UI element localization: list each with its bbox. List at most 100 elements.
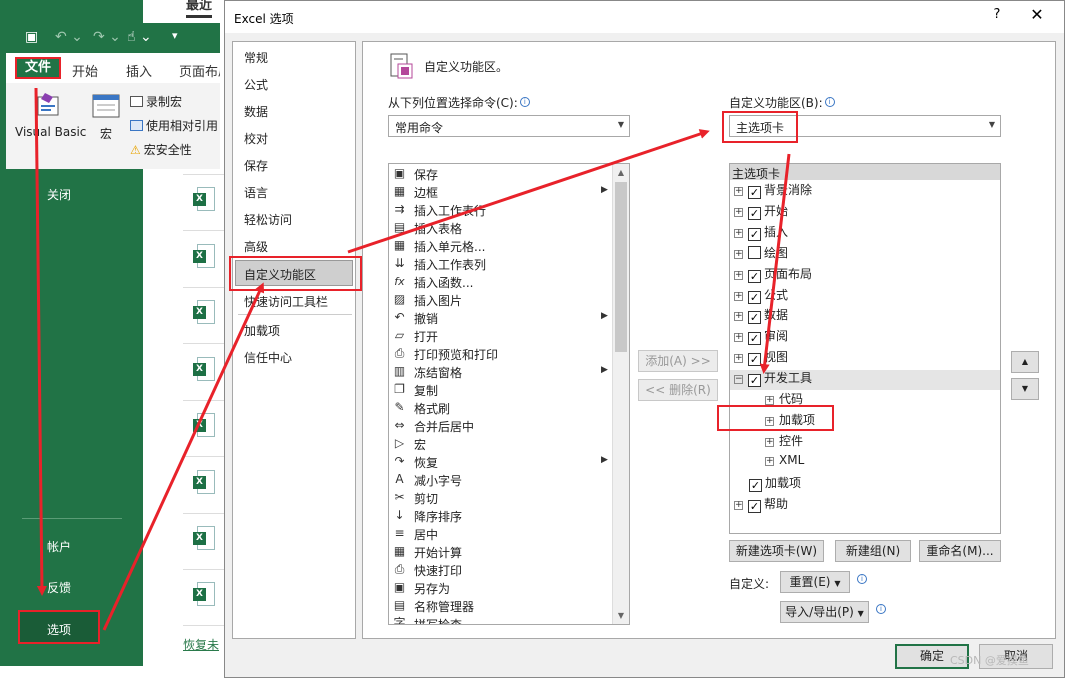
recent-tab[interactable]: 最近 xyxy=(186,0,213,18)
command-item[interactable]: ▷ 宏 xyxy=(389,435,611,453)
command-item[interactable]: ✂ 剪切 xyxy=(389,489,611,507)
reset-button[interactable]: 重置(E) ▼ xyxy=(780,571,850,593)
move-up-button[interactable]: ▲ xyxy=(1011,351,1039,373)
ribbon-tabs-tree[interactable]: 主选项卡 + ✓ 背景消除 + ✓ 开始 + ✓ 插入 + 绘图 + ✓ 页面布局 + ✓ 公式 + ✓ 数据 + ✓ 审阅… xyxy=(729,163,1001,534)
nav-accessibility[interactable]: 轻松访问 xyxy=(244,211,292,228)
expand-icon[interactable]: + xyxy=(734,207,743,217)
expand-icon[interactable]: + xyxy=(734,354,743,364)
excel-file-icon[interactable]: X xyxy=(193,413,215,439)
backstage-account[interactable]: 帐户 xyxy=(47,538,71,555)
excel-file-icon[interactable]: X xyxy=(193,187,215,213)
expand-icon[interactable]: + xyxy=(734,249,743,259)
expand-icon[interactable]: + xyxy=(734,312,743,322)
nav-add-ins[interactable]: 加载项 xyxy=(244,322,280,339)
nav-proofing[interactable]: 校对 xyxy=(244,130,268,147)
command-item[interactable]: fx 插入函数... xyxy=(389,273,611,291)
nav-general[interactable]: 常规 xyxy=(244,49,268,66)
checkbox[interactable]: ✓ xyxy=(748,206,761,220)
scrollbar[interactable]: ▲ ▼ xyxy=(612,164,629,624)
excel-file-icon[interactable]: X xyxy=(193,582,215,608)
save-icon[interactable]: ▣ xyxy=(25,29,38,45)
command-item[interactable]: ⇔ 合并后居中 xyxy=(389,417,611,435)
nav-data[interactable]: 数据 xyxy=(244,103,268,120)
nav-language[interactable]: 语言 xyxy=(244,184,268,201)
move-down-button[interactable]: ▼ xyxy=(1011,378,1039,400)
expand-icon[interactable]: + xyxy=(734,333,743,343)
command-item[interactable]: A 减小字号 xyxy=(389,471,611,489)
excel-file-icon[interactable]: X xyxy=(193,357,215,383)
expand-icon[interactable]: + xyxy=(765,396,774,405)
checkbox[interactable]: ✓ xyxy=(748,186,761,199)
tree-item[interactable]: ✓ 加载项 xyxy=(734,474,801,494)
customize-qat-icon[interactable]: ▾ xyxy=(172,29,178,42)
tab-file[interactable]: 文件 xyxy=(15,57,61,79)
command-item[interactable]: ▨ 插入图片 xyxy=(389,291,611,309)
tree-item[interactable]: + 控件 xyxy=(765,432,803,452)
expand-icon[interactable]: + xyxy=(765,456,774,466)
checkbox[interactable]: ✓ xyxy=(748,311,761,325)
command-item[interactable]: ▣ 另存为 xyxy=(389,579,611,597)
checkbox[interactable]: ✓ xyxy=(748,499,761,513)
command-item[interactable]: ▣ 保存 xyxy=(389,165,611,183)
commands-list[interactable]: ▣ 保存 ▦ 边框 ▶ ⇉ 插入工作表行 ▤ 插入表格 ▦ 插入单元格... ⇊ 插入工作表列 fx 插入函… xyxy=(388,163,630,625)
checkbox[interactable]: ✓ xyxy=(748,332,761,346)
tree-item[interactable]: + ✓ 背景消除 xyxy=(734,181,812,201)
command-item[interactable]: ❐ 复制 xyxy=(389,381,611,399)
command-item[interactable]: ⎙ 打印预览和打印 xyxy=(389,345,611,363)
macro-security-button[interactable]: ⚠ 宏安全性 xyxy=(130,141,192,158)
tree-item[interactable]: + ✓ 开始 xyxy=(734,202,788,222)
tree-item[interactable]: + ✓ 公式 xyxy=(734,286,788,306)
recover-unsaved-link[interactable]: 恢复未 xyxy=(183,636,219,653)
excel-file-icon[interactable]: X xyxy=(193,470,215,496)
tab-home[interactable]: 开始 xyxy=(72,61,98,80)
tree-item[interactable]: + ✓ 插入 xyxy=(734,223,788,243)
checkbox[interactable]: ✓ xyxy=(748,227,761,241)
backstage-close[interactable]: 关闭 xyxy=(47,186,71,203)
command-item[interactable]: ⎙ 快速打印 xyxy=(389,561,611,579)
touch-mode-icon[interactable]: ☝ ⌄ xyxy=(127,29,152,45)
nav-advanced[interactable]: 高级 xyxy=(244,238,268,255)
command-item[interactable]: ↷ 恢复 ▶ xyxy=(389,453,611,471)
command-item[interactable]: 字 拼写检查 xyxy=(389,615,611,624)
nav-formulas[interactable]: 公式 xyxy=(244,76,268,93)
expand-icon[interactable]: + xyxy=(765,437,774,447)
undo-icon[interactable]: ↶ ⌄ xyxy=(55,29,83,45)
command-item[interactable]: ▦ 开始计算 xyxy=(389,543,611,561)
expand-icon[interactable]: + xyxy=(734,228,743,238)
remove-button[interactable]: << 删除(R) xyxy=(638,379,718,401)
tab-insert[interactable]: 插入 xyxy=(126,61,152,80)
expand-icon[interactable]: + xyxy=(734,500,743,510)
choose-commands-dropdown[interactable]: 常用命令 ▼ xyxy=(388,115,630,137)
command-item[interactable]: ⇊ 插入工作表列 xyxy=(389,255,611,273)
tree-item[interactable]: + 绘图 xyxy=(734,244,788,264)
scroll-down-icon[interactable]: ▼ xyxy=(613,607,629,624)
import-export-button[interactable]: 导入/导出(P) ▼ xyxy=(780,601,869,623)
rename-button[interactable]: 重命名(M)... xyxy=(919,540,1001,562)
command-item[interactable]: ≡ 居中 xyxy=(389,525,611,543)
excel-file-icon[interactable]: X xyxy=(193,300,215,326)
tree-item[interactable]: − ✓ 开发工具 xyxy=(734,369,812,389)
tree-item[interactable]: + ✓ 视图 xyxy=(734,348,788,368)
checkbox[interactable]: ✓ xyxy=(748,374,761,388)
expand-icon[interactable]: + xyxy=(734,291,743,301)
command-item[interactable]: ↶ 撤销 ▶ xyxy=(389,309,611,327)
expand-icon[interactable]: + xyxy=(734,270,743,280)
tree-item[interactable]: + ✓ 页面布局 xyxy=(734,265,812,285)
tab-page-layout[interactable]: 页面布局 xyxy=(179,61,220,80)
new-tab-button[interactable]: 新建选项卡(W) xyxy=(729,540,824,562)
tree-item[interactable]: + XML xyxy=(765,453,804,473)
checkbox[interactable] xyxy=(748,245,761,259)
nav-trust-center[interactable]: 信任中心 xyxy=(244,349,292,366)
scroll-thumb[interactable] xyxy=(615,182,627,352)
command-item[interactable]: ▦ 边框 ▶ xyxy=(389,183,611,201)
tree-item[interactable]: + ✓ 审阅 xyxy=(734,327,788,347)
command-item[interactable]: ✎ 格式刷 xyxy=(389,399,611,417)
close-button[interactable]: ✕ xyxy=(1025,5,1049,29)
nav-save[interactable]: 保存 xyxy=(244,157,268,174)
excel-file-icon[interactable]: X xyxy=(193,244,215,270)
command-item[interactable]: ↓ 降序排序 xyxy=(389,507,611,525)
excel-file-icon[interactable]: X xyxy=(193,526,215,552)
visual-basic-button[interactable]: Visual Basic xyxy=(15,125,86,139)
command-item[interactable]: ▥ 冻结窗格 ▶ xyxy=(389,363,611,381)
tree-item[interactable]: + ✓ 数据 xyxy=(734,306,788,326)
